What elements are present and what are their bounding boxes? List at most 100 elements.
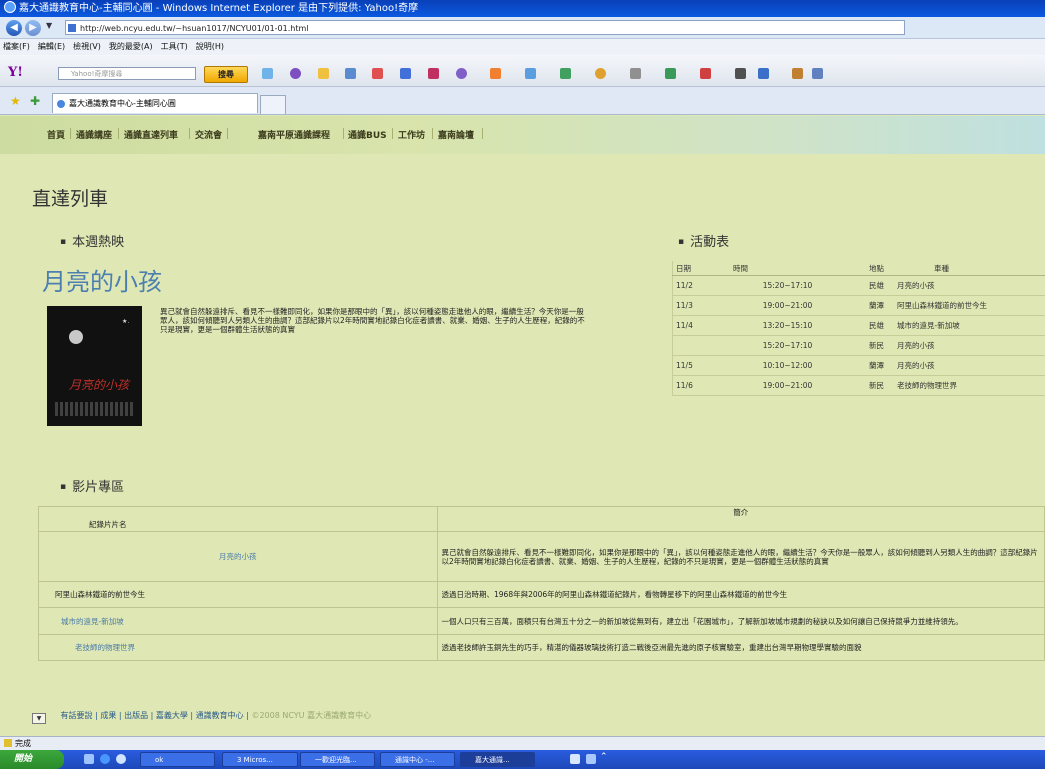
toolbar-icon-14[interactable]: [665, 68, 676, 79]
nav-separator: [343, 128, 344, 139]
tab-current[interactable]: 嘉大通識教育中心-主輔同心圓: [52, 93, 258, 113]
menu-view[interactable]: 檢視(V): [73, 42, 101, 51]
schedule-film: 月亮的小孩: [894, 355, 1045, 376]
footer-link-publications[interactable]: 出版品: [124, 711, 148, 720]
new-tab-button[interactable]: [260, 95, 286, 114]
schedule-place: 新民: [866, 335, 894, 356]
status-bar: 完成: [0, 736, 1045, 750]
film-name-link[interactable]: 月亮的小孩: [38, 531, 438, 582]
film-name-link[interactable]: 阿里山森林鐵道的前世今生: [38, 581, 438, 608]
schedule-place: 蘭潭: [866, 355, 894, 376]
toolbar-icon-7[interactable]: [428, 68, 439, 79]
taskbar-item-welcome[interactable]: 一歡迎光臨...: [300, 752, 375, 767]
footer-dropdown-icon[interactable]: ▼: [32, 713, 46, 724]
page-title: 直達列車: [32, 188, 109, 210]
toolbar-icon-19[interactable]: [812, 68, 823, 79]
films-row: 城市的遠見-新加坡 一個人口只有三百萬，面積只有台灣五十分之一的新加坡從無到有，…: [38, 607, 1045, 635]
toolbar-icon-1[interactable]: [262, 68, 273, 79]
forward-icon[interactable]: ▶: [25, 20, 41, 36]
toolbar-icon-6[interactable]: [400, 68, 411, 79]
taskbar-item-center[interactable]: 通識中心 -...: [380, 752, 455, 767]
schedule-time: 19:00~21:00: [709, 295, 866, 316]
footer-link-center[interactable]: 通識教育中心: [196, 711, 244, 720]
nav-workshop[interactable]: 工作坊: [398, 128, 425, 141]
menu-edit[interactable]: 編輯(E): [38, 42, 65, 51]
schedule-row: 11/3 19:00~21:00 蘭潭 阿里山森林鐵道的前世今生: [672, 295, 1045, 316]
quicklaunch-media-icon[interactable]: [116, 754, 126, 764]
nav-separator: [432, 128, 433, 139]
back-icon[interactable]: ◀: [6, 20, 22, 36]
web-page: 首頁 通識講座 通識直達列車 交流會 嘉南平原通識課程 通識BUS 工作坊 嘉南…: [0, 116, 1045, 736]
toolbar-icon-11[interactable]: [560, 68, 571, 79]
schedule-date: 11/6: [672, 375, 709, 396]
toolbar-icon-3[interactable]: [318, 68, 329, 79]
schedule-film: 月亮的小孩: [894, 335, 1045, 356]
toolbar-icon-16[interactable]: [735, 68, 746, 79]
nav-bus[interactable]: 通識BUS: [348, 128, 387, 141]
nav-separator: [227, 128, 228, 139]
schedule-time: 10:10~12:00: [709, 355, 866, 376]
nav-separator: [189, 128, 190, 139]
toolbar-icon-12[interactable]: [595, 68, 606, 79]
toolbar-icon-13[interactable]: [630, 68, 641, 79]
page-icon: [68, 24, 76, 32]
tray-keyboard-icon[interactable]: [570, 754, 580, 764]
nav-separator: [70, 128, 71, 139]
footer-link-results[interactable]: 成果: [100, 711, 116, 720]
site-nav: 首頁 通識講座 通識直達列車 交流會 嘉南平原通識課程 通識BUS 工作坊 嘉南…: [0, 116, 1045, 154]
nav-forum[interactable]: 嘉南論壇: [438, 128, 474, 141]
tray-help-icon[interactable]: [586, 754, 596, 764]
yahoo-search-input[interactable]: Yahoo!奇摩搜尋: [58, 67, 196, 80]
schedule-time: 13:20~15:10: [709, 315, 866, 336]
yahoo-toolbar: Y! Yahoo!奇摩搜尋 搜尋: [0, 55, 1045, 87]
toolbar-icon-17[interactable]: [758, 68, 769, 79]
featured-movie-title: 月亮的小孩: [42, 268, 162, 296]
taskbar-item-microsoft[interactable]: 3 Micros...: [222, 752, 298, 767]
menu-favorites[interactable]: 我的最愛(A): [109, 42, 153, 51]
film-name-link[interactable]: 城市的遠見-新加坡: [38, 607, 438, 635]
toolbar-icon-5[interactable]: [372, 68, 383, 79]
schedule-place: 蘭潭: [866, 295, 894, 316]
yahoo-logo-icon[interactable]: Y!: [8, 65, 23, 80]
toolbar-icon-4[interactable]: [345, 68, 356, 79]
schedule-film: 城市的遠見-新加坡: [894, 315, 1045, 336]
menu-help[interactable]: 說明(H): [196, 42, 224, 51]
footer-link-feedback[interactable]: 有話要說: [61, 711, 93, 720]
films-heading: 影片專區: [60, 476, 124, 495]
nav-exchange[interactable]: 交流會: [195, 128, 222, 141]
toolbar-icon-2[interactable]: [290, 68, 301, 79]
favorites-star-icon[interactable]: ★: [10, 94, 21, 108]
taskbar-item-ncyu[interactable]: 嘉大通識...: [460, 752, 535, 767]
schedule-col-place: 地點: [866, 261, 894, 276]
start-button[interactable]: 開始: [0, 750, 64, 769]
schedule-col-date: 日期: [672, 261, 709, 276]
toolbar-icon-9[interactable]: [490, 68, 501, 79]
menu-file[interactable]: 檔案(F): [3, 42, 30, 51]
nav-home[interactable]: 首頁: [47, 128, 65, 141]
film-description: 透過日治時期、1968年與2006年的阿里山森林鐵道紀錄片，看物轉星移下的阿里山…: [436, 581, 1045, 608]
nav-lectures[interactable]: 通識講座: [76, 128, 112, 141]
nav-separator: [482, 128, 483, 139]
film-name-link[interactable]: 老技師的物理世界: [38, 634, 438, 661]
yahoo-search-button[interactable]: 搜尋: [204, 66, 248, 83]
taskbar-item-ok[interactable]: ok: [140, 752, 215, 767]
footer-link-university[interactable]: 嘉義大學: [156, 711, 188, 720]
toolbar-icon-8[interactable]: [456, 68, 467, 79]
toolbar-icon-15[interactable]: [700, 68, 711, 79]
history-dropdown-icon[interactable]: ▼: [46, 21, 52, 30]
nav-direct-train[interactable]: 通識直達列車: [124, 128, 178, 141]
tray-more-icon[interactable]: ⌃: [600, 752, 608, 762]
address-bar[interactable]: http://web.ncyu.edu.tw/~hsuan1017/NCYU01…: [65, 20, 905, 35]
schedule-row: 15:20~17:10 新民 月亮的小孩: [672, 335, 1045, 356]
films-row: 老技師的物理世界 透過老技師許玉銅先生的巧手，精湛的儀器玻璃技術打造二戰後亞洲最…: [38, 634, 1045, 661]
film-description: 透過老技師許玉銅先生的巧手，精湛的儀器玻璃技術打造二戰後亞洲最先進的原子核實驗室…: [436, 634, 1045, 661]
nav-chianan-courses[interactable]: 嘉南平原通識課程: [258, 128, 330, 141]
footer-copyright: ©2008 NCYU 嘉大通識教育中心: [251, 711, 372, 720]
add-favorites-icon[interactable]: ✚: [30, 94, 40, 108]
menu-tools[interactable]: 工具(T): [161, 42, 188, 51]
quicklaunch-ie-icon[interactable]: [100, 754, 110, 764]
poster-cast: ★.: [122, 318, 130, 325]
quicklaunch-desktop-icon[interactable]: [84, 754, 94, 764]
toolbar-icon-10[interactable]: [525, 68, 536, 79]
toolbar-icon-18[interactable]: [792, 68, 803, 79]
